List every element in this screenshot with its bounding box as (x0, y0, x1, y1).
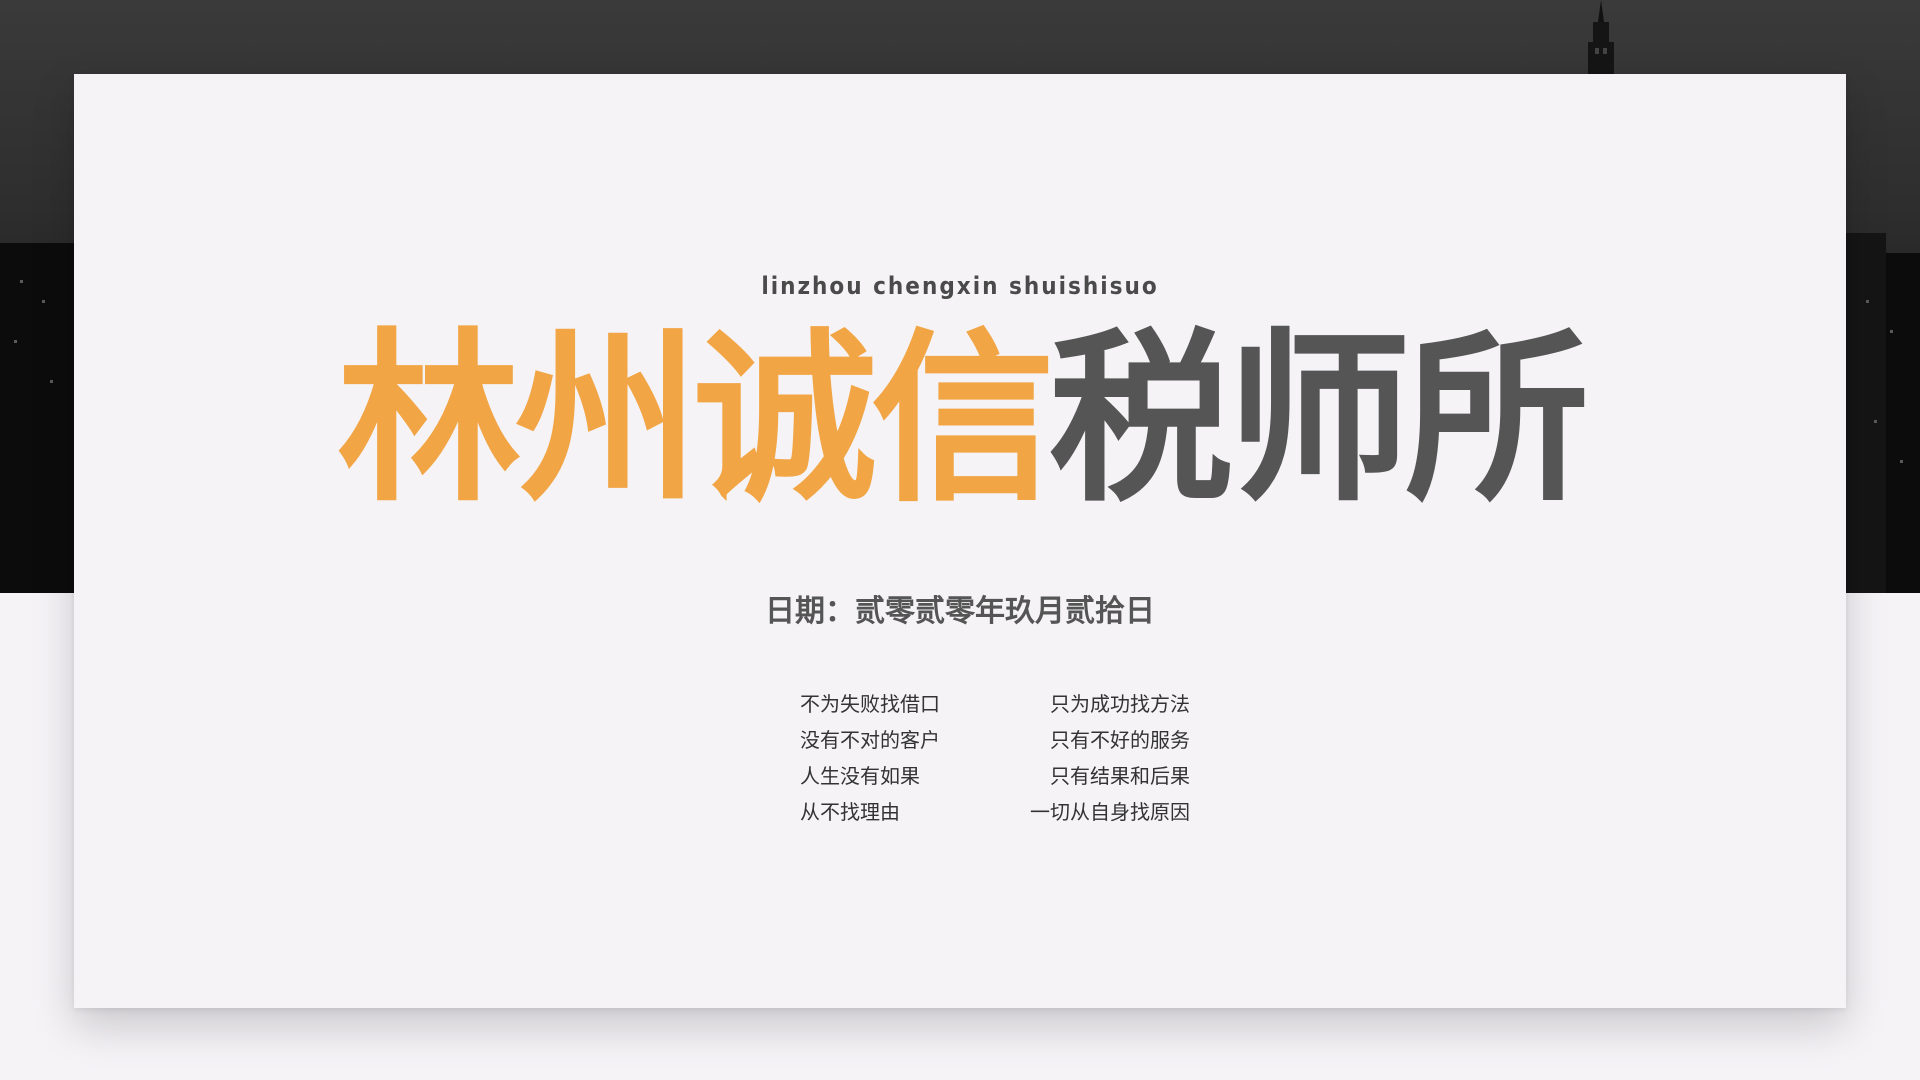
window-light (1900, 460, 1903, 463)
skyline-building (1846, 233, 1886, 593)
motto-left: 不为失败找借口 (800, 691, 940, 716)
window-light (50, 380, 53, 383)
title-accent-part: 林州诚信 (336, 313, 1055, 527)
window-light (1866, 300, 1869, 303)
window-light (1890, 330, 1893, 333)
motto-left: 从不找理由 (800, 799, 900, 824)
window-light (1874, 420, 1877, 423)
window-light (20, 280, 23, 283)
title-dark-part: 税师所 (1049, 313, 1589, 527)
window-light (14, 340, 17, 343)
motto-left: 人生没有如果 (800, 763, 920, 788)
motto-row: 人生没有如果 只有结果和后果 (800, 756, 1190, 792)
motto-right: 一切从自身找原因 (1030, 799, 1190, 824)
skyline-building (0, 243, 74, 593)
window-light (42, 300, 45, 303)
motto-right: 只为成功找方法 (1050, 691, 1190, 716)
motto-right: 只有不好的服务 (1050, 727, 1190, 752)
tower-silhouette (1588, 0, 1614, 80)
title-card: linzhou chengxin shuishisuo 林州诚信税师所 日期：贰… (74, 74, 1846, 1008)
motto-right: 只有结果和后果 (1050, 763, 1190, 788)
subtitle-pinyin: linzhou chengxin shuishisuo (761, 272, 1159, 300)
motto-row: 从不找理由 一切从自身找原因 (800, 792, 1190, 828)
main-title: 林州诚信税师所 (74, 320, 1846, 520)
motto-row: 没有不对的客户 只有不好的服务 (800, 720, 1190, 756)
motto-row: 不为失败找借口 只为成功找方法 (800, 684, 1190, 720)
date-line: 日期：贰零贰零年玖月贰拾日 (765, 594, 1155, 629)
motto-list: 不为失败找借口 只为成功找方法 没有不对的客户 只有不好的服务 人生没有如果 只… (800, 684, 1190, 828)
motto-left: 没有不对的客户 (800, 727, 940, 752)
